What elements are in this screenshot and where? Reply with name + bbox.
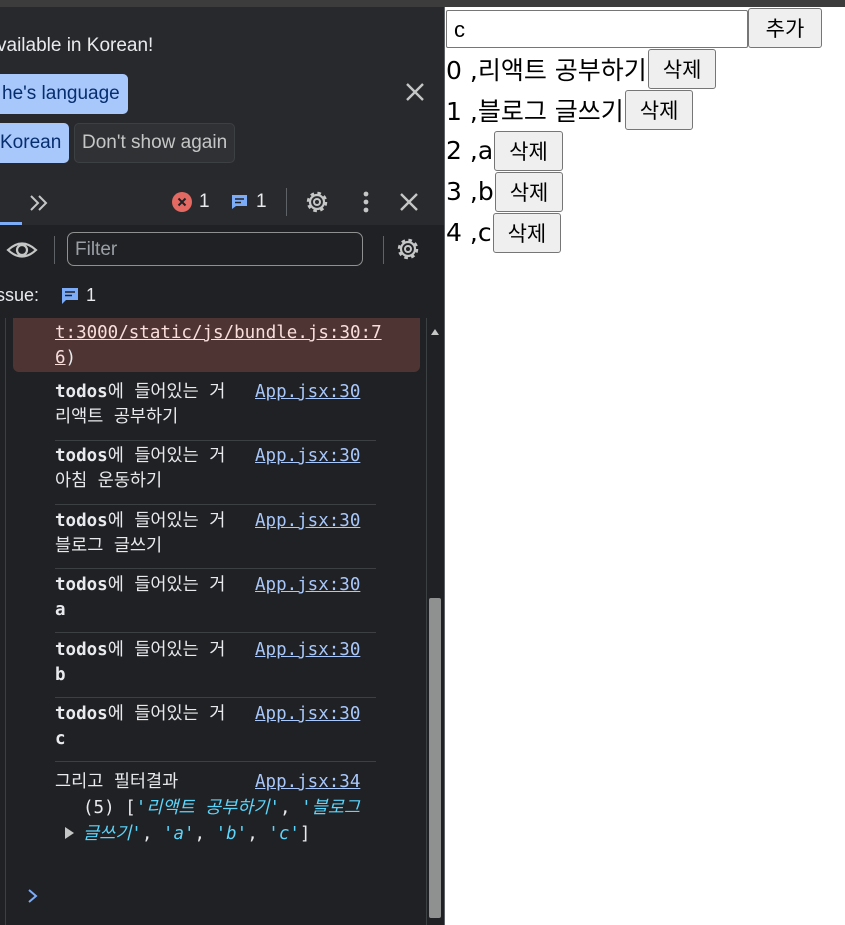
gear-icon[interactable] [303,188,331,216]
log-text: todos에 들어있는 거 b [55,640,226,685]
close-icon[interactable] [402,79,428,105]
todo-item: 2 ,a 삭제 [446,130,845,171]
eye-icon[interactable] [5,235,39,265]
gear-icon[interactable] [394,235,422,263]
console-log-row: todos에 들어있는 거 블로그 글쓰기 App.jsx:30 [55,509,376,569]
issues-label: ssue: [0,285,40,305]
todo-text: 4 ,c [446,218,492,247]
error-source-link[interactable]: t:3000/static/js/bundle.js:30:76) [55,321,390,371]
log-text: todos에 들어있는 거 아침 운동하기 [55,446,226,491]
delete-button[interactable]: 삭제 [494,130,563,171]
message-icon [232,195,247,209]
log-source-link[interactable]: App.jsx:30 [255,638,360,663]
todo-list: 0 ,리액트 공부하기 삭제 1 ,블로그 글쓰기 삭제 2 ,a 삭제 3 ,… [446,48,845,253]
expand-triangle-icon[interactable] [63,827,75,839]
console-log-row: todos에 들어있는 거 c App.jsx:30 [55,702,376,762]
switch-to-korean-button[interactable]: Korean [0,123,70,163]
devtools-panel: vailable in Korean! he's language Korean… [0,7,444,925]
error-icon [172,192,192,212]
language-banner-message: vailable in Korean! [0,35,154,56]
log-source-link[interactable]: App.jsx:30 [255,509,360,534]
devtools-border [444,7,445,925]
error-counter[interactable]: 1 [172,191,210,213]
todo-item: 4 ,c 삭제 [446,212,845,253]
scroll-up-icon[interactable] [431,328,439,336]
filter-result-title: 그리고 필터결과 [55,772,179,792]
error-source-link-text[interactable]: t:3000/static/js/bundle.js:30:76 [55,323,382,368]
log-source-link[interactable]: App.jsx:34 [255,770,360,795]
log-source-link[interactable]: App.jsx:30 [255,380,360,405]
kebab-menu-icon[interactable] [355,188,377,216]
todo-item: 3 ,b 삭제 [446,171,845,212]
issues-count: 1 [86,285,97,305]
log-source-link[interactable]: App.jsx:30 [255,702,360,727]
log-text: todos에 들어있는 거 c [55,704,226,749]
console-log-row: todos에 들어있는 거 아침 운동하기 App.jsx:30 [55,444,376,505]
issues-bar[interactable]: ssue: 1 [0,274,444,319]
divider [54,236,55,264]
todo-item: 1 ,블로그 글쓰기 삭제 [446,89,845,130]
scrollbar-thumb[interactable] [429,598,441,918]
issue-icon [62,288,78,304]
prompt-chevron-icon [28,889,38,903]
console-log-row: todos에 들어있는 거 b App.jsx:30 [55,638,376,698]
message-counter[interactable]: 1 [230,191,267,213]
log-text: todos에 들어있는 거 블로그 글쓰기 [55,511,226,556]
dont-show-again-button[interactable]: Don't show again [74,123,236,163]
log-source-link[interactable]: App.jsx:30 [255,444,360,469]
error-close-paren: ) [65,348,77,368]
array-preview[interactable]: (5) ['리액트 공부하기', '블로그 글쓰기', 'a', 'b', 'c… [83,795,383,847]
delete-button[interactable]: 삭제 [492,212,562,253]
log-source-link[interactable]: App.jsx:30 [255,573,360,598]
todo-text: 3 ,b [446,177,494,206]
divider [286,188,287,216]
todo-text: 1 ,블로그 글쓰기 [446,96,624,126]
todo-item: 0 ,리액트 공부하기 삭제 [446,48,845,89]
filter-input[interactable] [67,232,363,266]
log-text: todos에 들어있는 거 a [55,575,226,620]
todo-text: 2 ,a [446,136,494,165]
error-count: 1 [199,191,210,212]
message-count: 1 [256,191,267,212]
todo-input[interactable] [446,10,748,48]
console-filter-bar [0,225,444,275]
devtools-tabbar: 1 1 [0,180,444,226]
filter-result-log: 그리고 필터결과 App.jsx:34 (5) ['리액트 공부하기', '블로… [55,770,376,880]
window-top-border [0,0,845,7]
divider [383,236,384,264]
chevron-double-right-icon[interactable] [26,190,52,216]
delete-button[interactable]: 삭제 [647,48,717,89]
todo-text: 0 ,리액트 공부하기 [446,55,647,85]
delete-button[interactable]: 삭제 [494,171,564,212]
console-log-row: todos에 들어있는 거 a App.jsx:30 [55,573,376,633]
divider [5,318,6,925]
log-text: todos에 들어있는 거 리액트 공부하기 [55,382,226,427]
language-banner: vailable in Korean! he's language Korean… [0,7,444,180]
always-match-language-button[interactable]: he's language [0,74,128,114]
console-output: t:3000/static/js/bundle.js:30:76) todos에… [0,318,444,925]
close-icon[interactable] [396,189,422,215]
console-log-row: todos에 들어있는 거 리액트 공부하기 App.jsx:30 [55,380,376,441]
add-button[interactable]: 추가 [748,8,822,48]
delete-button[interactable]: 삭제 [624,89,694,130]
